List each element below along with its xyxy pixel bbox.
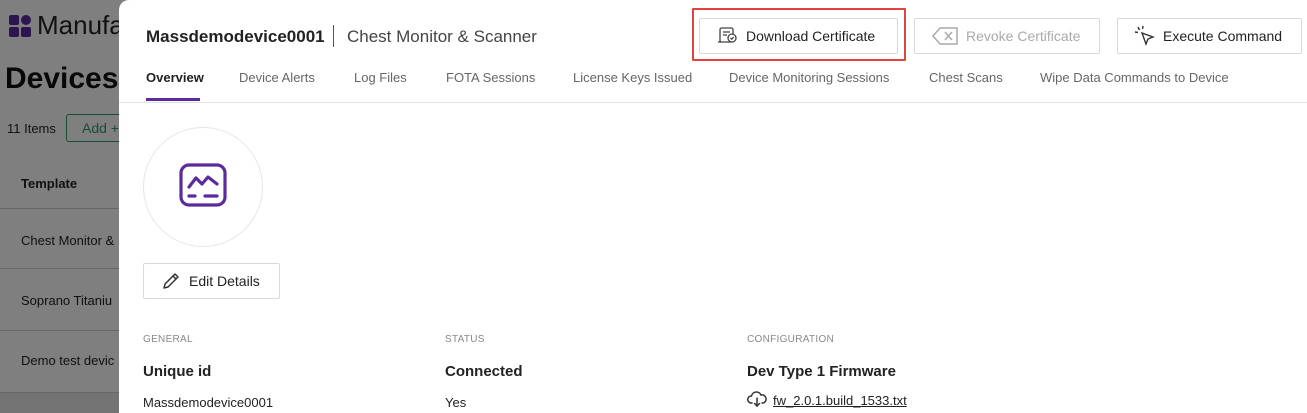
tab-log-files[interactable]: Log Files bbox=[354, 70, 407, 85]
cloud-download-icon bbox=[747, 391, 767, 410]
configuration-section-heading: CONFIGURATION bbox=[747, 334, 835, 345]
revoke-certificate-button[interactable]: Revoke Certificate bbox=[914, 18, 1100, 54]
edit-details-button[interactable]: Edit Details bbox=[143, 263, 280, 299]
firmware-label: Dev Type 1 Firmware bbox=[747, 363, 896, 380]
device-avatar bbox=[143, 127, 263, 247]
download-certificate-highlight bbox=[692, 8, 906, 61]
tab-overview[interactable]: Overview bbox=[146, 70, 204, 85]
unique-id-label: Unique id bbox=[143, 363, 212, 380]
backspace-x-icon bbox=[932, 24, 960, 48]
edit-details-label: Edit Details bbox=[189, 273, 260, 289]
tab-wipe-data-commands[interactable]: Wipe Data Commands to Device bbox=[1040, 70, 1229, 85]
device-detail-panel: Massdemodevice0001 Chest Monitor & Scann… bbox=[119, 0, 1307, 413]
tab-device-alerts[interactable]: Device Alerts bbox=[239, 70, 315, 85]
cursor-click-icon bbox=[1133, 24, 1157, 48]
tab-device-monitoring-sessions[interactable]: Device Monitoring Sessions bbox=[729, 70, 889, 85]
connected-value: Yes bbox=[445, 395, 467, 410]
unique-id-value: Massdemodevice0001 bbox=[143, 395, 274, 410]
tab-fota-sessions[interactable]: FOTA Sessions bbox=[446, 70, 535, 85]
status-section-heading: STATUS bbox=[445, 334, 485, 345]
title-divider bbox=[333, 25, 334, 47]
device-template-title: Chest Monitor & Scanner bbox=[347, 27, 537, 46]
tab-bar: Overview Device Alerts Log Files FOTA Se… bbox=[119, 68, 1307, 103]
active-tab-indicator bbox=[146, 98, 200, 101]
revoke-certificate-label: Revoke Certificate bbox=[966, 28, 1081, 44]
execute-command-button[interactable]: Execute Command bbox=[1117, 18, 1302, 54]
pencil-icon bbox=[161, 271, 181, 291]
monitor-waveform-icon bbox=[178, 162, 228, 213]
tab-license-keys-issued[interactable]: License Keys Issued bbox=[573, 70, 692, 85]
general-section-heading: GENERAL bbox=[143, 334, 193, 345]
device-name-title: Massdemodevice0001 bbox=[146, 27, 325, 46]
connected-label: Connected bbox=[445, 363, 523, 380]
firmware-file-name: fw_2.0.1.build_1533.txt bbox=[773, 393, 907, 408]
execute-command-label: Execute Command bbox=[1163, 28, 1283, 44]
tab-chest-scans[interactable]: Chest Scans bbox=[929, 70, 1003, 85]
firmware-file-link[interactable]: fw_2.0.1.build_1533.txt bbox=[747, 391, 907, 410]
